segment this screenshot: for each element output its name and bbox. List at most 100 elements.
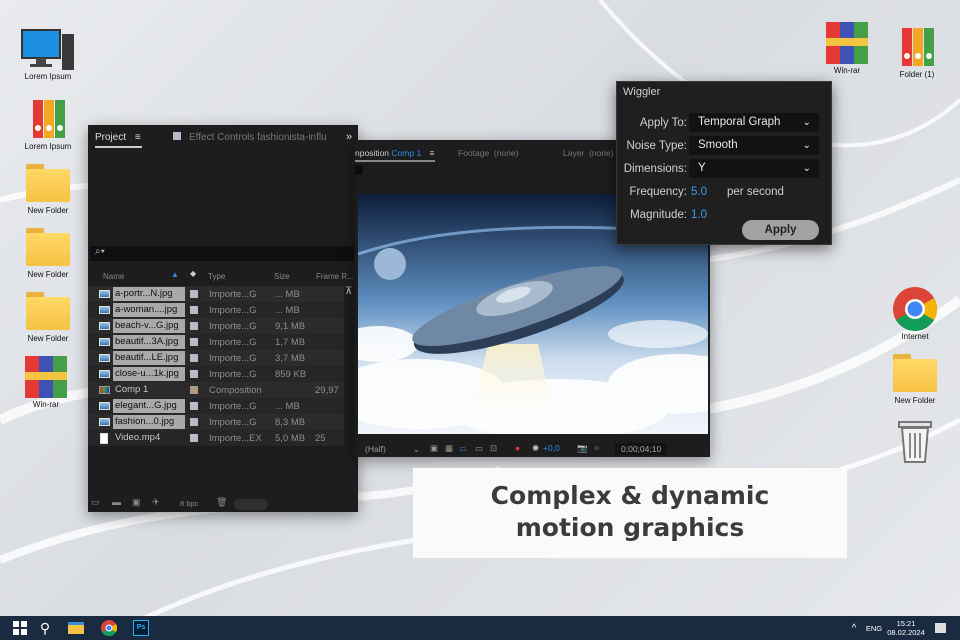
label-color[interactable] <box>190 418 198 426</box>
frequency-value[interactable]: 5.0 <box>691 186 707 198</box>
item-name: elegant...G.jpg <box>113 399 185 413</box>
channel-icon[interactable]: ● <box>515 443 520 453</box>
region-of-interest-icon[interactable]: ▭ <box>475 443 483 454</box>
project-item-row[interactable]: Comp 1 Composition 29,97 <box>88 382 344 398</box>
selected-value: Temporal Graph <box>698 116 781 128</box>
desktop-icon-new-folder[interactable]: New Folder <box>880 350 950 405</box>
item-name: Comp 1 <box>115 384 149 395</box>
timecode[interactable]: 0;00;04;10 <box>615 443 668 455</box>
label-color[interactable] <box>190 370 198 378</box>
desktop-icon-new-folder[interactable]: New Folder <box>13 288 83 343</box>
item-size: 1,7 MB <box>275 336 306 348</box>
column-name[interactable]: Name <box>103 272 124 281</box>
wiggler-title: Wiggler <box>623 86 661 98</box>
trash-icon[interactable]: 🗑 <box>216 497 227 508</box>
label-color[interactable] <box>190 306 198 314</box>
column-type[interactable]: Type <box>208 272 225 281</box>
desktop-icon-recycle-bin[interactable] <box>880 418 950 464</box>
panel-menu-icon[interactable]: ≡ <box>135 132 141 143</box>
taskbar-chrome[interactable] <box>97 616 121 640</box>
label-color[interactable] <box>190 290 198 298</box>
guides-icon[interactable]: ⊡ <box>490 443 497 454</box>
label-color[interactable] <box>190 402 198 410</box>
notifications-icon[interactable] <box>932 616 948 640</box>
exposure-icon[interactable]: ✺ <box>532 443 539 454</box>
exposure-value[interactable]: +0,0 <box>543 443 560 453</box>
chevron-down-icon: ⌄ <box>412 444 420 454</box>
interpret-footage-icon[interactable]: ▭ <box>91 497 100 508</box>
render-icon[interactable]: ✈ <box>152 497 160 508</box>
item-type: Importe...G <box>209 400 257 412</box>
transparency-grid-icon[interactable]: ▦ <box>445 443 453 454</box>
desktop-icon-binders[interactable]: Lorem Ipsum <box>13 96 83 151</box>
magnitude-value[interactable]: 1.0 <box>691 209 707 221</box>
sort-ascending-icon[interactable]: ▲ <box>171 270 179 279</box>
label-color[interactable] <box>190 338 198 346</box>
item-frame-rate: 29,97 <box>315 384 339 396</box>
noise-type-dropdown[interactable]: Smooth ⌄ <box>689 136 819 155</box>
search-input[interactable]: ⌕▾ <box>90 246 354 261</box>
mask-visibility-icon[interactable]: ⏢ <box>460 443 467 454</box>
selected-value: Smooth <box>698 139 738 151</box>
project-item-row[interactable]: beach-v...G.jpg Importe...G 9,1 MB <box>88 318 344 334</box>
icon-label: New Folder <box>894 396 936 405</box>
show-hidden-icons[interactable]: ^ <box>848 616 860 640</box>
item-type: Importe...EX <box>209 432 262 444</box>
new-composition-icon[interactable]: ▣ <box>132 497 141 508</box>
desktop-icon-internet[interactable]: Internet <box>880 286 950 341</box>
project-item-row[interactable]: close-u...1k.jpg Importe...G 859 KB <box>88 366 344 382</box>
item-type: Importe...G <box>209 336 257 348</box>
tab-effect-controls[interactable]: Effect Controls fashionista-influ <box>173 132 327 143</box>
bit-depth[interactable]: 8 bpc <box>180 499 198 508</box>
label-color[interactable] <box>190 354 198 362</box>
fast-preview-icon[interactable]: ▣ <box>430 443 438 454</box>
taskbar-file-explorer[interactable] <box>64 616 88 640</box>
tab-project[interactable]: Project ≡ <box>95 132 142 148</box>
tab-footage[interactable]: Footage (none) <box>458 148 518 158</box>
flowchart-icon[interactable]: ⊼ <box>345 286 352 297</box>
apply-button[interactable]: Apply <box>742 220 819 240</box>
item-name: beautif...LE.jpg <box>113 351 185 365</box>
zoom-slider[interactable] <box>234 499 268 510</box>
label-color[interactable] <box>190 386 198 394</box>
new-folder-icon[interactable]: ▬ <box>112 497 121 507</box>
panel-menu-icon[interactable]: ≡ <box>430 148 435 158</box>
search-button[interactable]: ⚲ <box>34 616 56 640</box>
label-color[interactable] <box>190 434 198 442</box>
start-button[interactable] <box>8 616 32 640</box>
label-tag-icon[interactable]: ◆ <box>190 269 196 278</box>
more-panels-icon[interactable]: » <box>346 131 352 143</box>
computer-icon <box>21 29 74 70</box>
snapshot-icon[interactable]: 📷 <box>577 443 588 454</box>
comp-navigator[interactable] <box>355 165 363 175</box>
show-snapshot-icon[interactable]: ⚭ <box>593 443 600 454</box>
column-frame-rate[interactable]: Frame R... <box>316 272 354 281</box>
dimensions-dropdown[interactable]: Y ⌄ <box>689 159 819 178</box>
tab-composition[interactable]: nposition Comp 1 ≡ <box>355 148 435 162</box>
item-name: beach-v...G.jpg <box>113 319 185 333</box>
desktop-icon-winrar[interactable]: Win-rar <box>11 354 81 409</box>
desktop-icon-computer[interactable]: Lorem Ipsum <box>13 26 83 81</box>
apply-to-dropdown[interactable]: Temporal Graph ⌄ <box>689 113 819 132</box>
language-indicator[interactable]: ENG <box>864 616 884 640</box>
project-item-row[interactable]: a-woman....jpg Importe...G ... MB <box>88 302 344 318</box>
desktop-icon-new-folder[interactable]: New Folder <box>13 160 83 215</box>
tab-layer[interactable]: Layer (none) <box>563 148 614 158</box>
apply-to-label: Apply To: <box>639 117 687 129</box>
resolution-dropdown[interactable]: (Half) ⌄ <box>365 444 420 454</box>
project-item-row[interactable]: elegant...G.jpg Importe...G ... MB <box>88 398 344 414</box>
desktop-icon-new-folder[interactable]: New Folder <box>13 224 83 279</box>
label-color[interactable] <box>190 322 198 330</box>
project-item-row[interactable]: a-portr...N.jpg Importe...G ... MB <box>88 286 344 302</box>
project-item-row[interactable]: Video.mp4 Importe...EX 5,0 MB 25 <box>88 430 344 446</box>
project-item-row[interactable]: beautif...3A.jpg Importe...G 1,7 MB <box>88 334 344 350</box>
desktop-icon-winrar[interactable]: Win-rar <box>812 20 882 75</box>
desktop-icon-folder-1[interactable]: Folder (1) <box>882 24 952 79</box>
date: 08.02.2024 <box>887 628 925 637</box>
column-size[interactable]: Size <box>274 272 290 281</box>
folder-icon <box>26 292 70 330</box>
project-item-row[interactable]: fashion...0.jpg Importe...G 8,3 MB <box>88 414 344 430</box>
project-item-row[interactable]: beautif...LE.jpg Importe...G 3,7 MB <box>88 350 344 366</box>
taskbar-photoshop[interactable]: Ps <box>129 616 153 640</box>
clock[interactable]: 15:21 08.02.2024 <box>886 616 926 640</box>
